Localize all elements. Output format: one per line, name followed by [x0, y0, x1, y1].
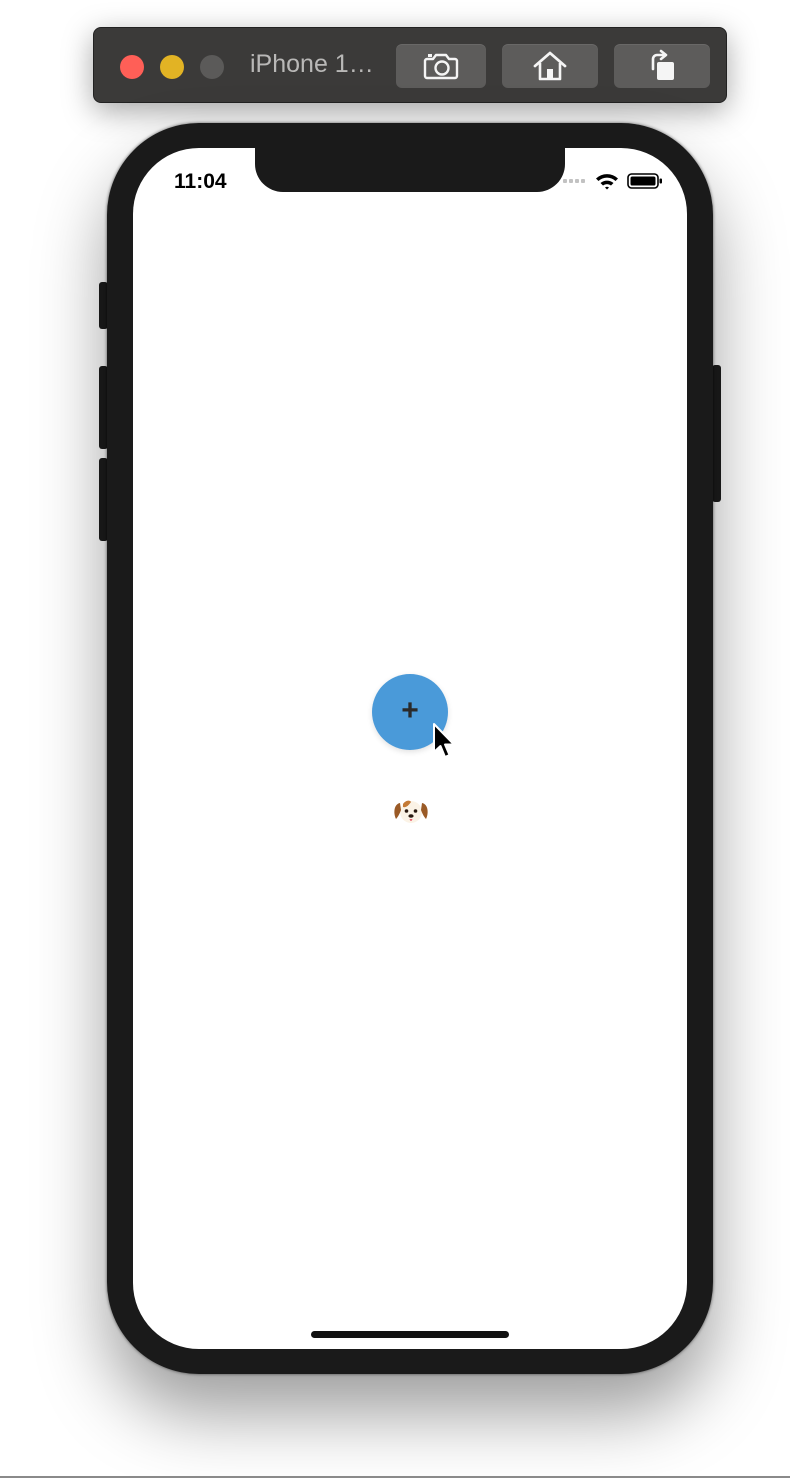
signal-icon	[563, 179, 585, 183]
rotate-icon	[651, 49, 674, 80]
home-icon	[533, 51, 567, 81]
notch	[255, 148, 565, 192]
home-indicator[interactable]	[311, 1331, 509, 1338]
window-close-button[interactable]	[120, 55, 144, 79]
phone-screen: 11:04 +	[133, 148, 687, 1349]
camera-icon	[423, 53, 459, 80]
screenshot-button[interactable]	[396, 44, 486, 88]
simulator-toolbar: iPhone 1…	[93, 27, 727, 103]
window-zoom-button	[200, 55, 224, 79]
plus-icon: +	[401, 693, 419, 727]
rotate-button[interactable]	[614, 44, 710, 88]
power-button	[712, 365, 721, 502]
window-title: iPhone 1…	[250, 50, 374, 78]
status-icons	[563, 172, 663, 190]
dog-face-icon	[394, 800, 428, 823]
home-button[interactable]	[502, 44, 598, 88]
add-button[interactable]: +	[372, 674, 448, 750]
wifi-icon	[596, 174, 618, 190]
battery-icon	[627, 173, 662, 189]
page: iPhone 1… 11:04 +	[0, 0, 790, 1478]
status-time: 11:04	[174, 170, 227, 193]
window-minimize-button[interactable]	[160, 55, 184, 79]
